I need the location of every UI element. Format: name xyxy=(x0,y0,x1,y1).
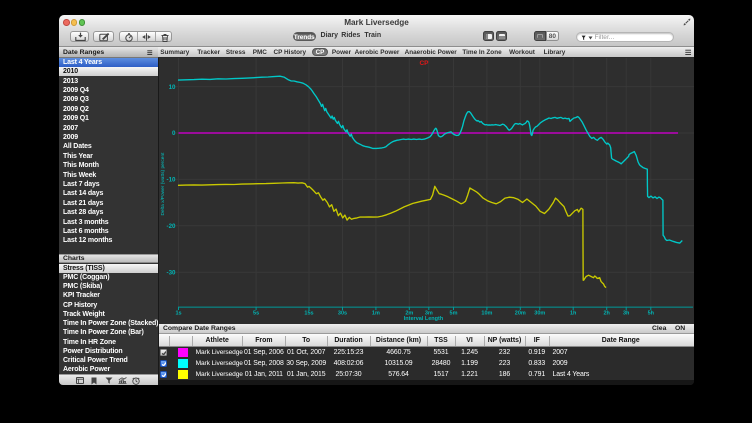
svg-text:5s: 5s xyxy=(253,311,259,317)
svg-text:1h: 1h xyxy=(570,311,577,317)
svg-text:2h: 2h xyxy=(603,311,610,317)
svg-text:-30: -30 xyxy=(167,270,177,277)
svg-text:20m: 20m xyxy=(515,311,526,317)
svg-text:-20: -20 xyxy=(167,223,177,230)
svg-text:10: 10 xyxy=(169,84,176,91)
svg-text:5h: 5h xyxy=(648,311,655,317)
svg-text:1s: 1s xyxy=(175,311,181,317)
svg-text:30m: 30m xyxy=(534,311,545,317)
svg-text:30s: 30s xyxy=(338,311,347,317)
svg-text:3h: 3h xyxy=(623,311,630,317)
svg-text:-10: -10 xyxy=(167,177,177,184)
svg-text:0: 0 xyxy=(172,131,176,138)
svg-text:Delta x/Power (watts) percent: Delta x/Power (watts) percent xyxy=(160,152,166,216)
svg-text:15s: 15s xyxy=(304,311,313,317)
svg-text:Interval Length: Interval Length xyxy=(404,316,444,322)
svg-text:1m: 1m xyxy=(372,311,380,317)
svg-text:5m: 5m xyxy=(450,311,458,317)
svg-text:10m: 10m xyxy=(481,311,492,317)
svg-text:CP: CP xyxy=(419,60,429,67)
